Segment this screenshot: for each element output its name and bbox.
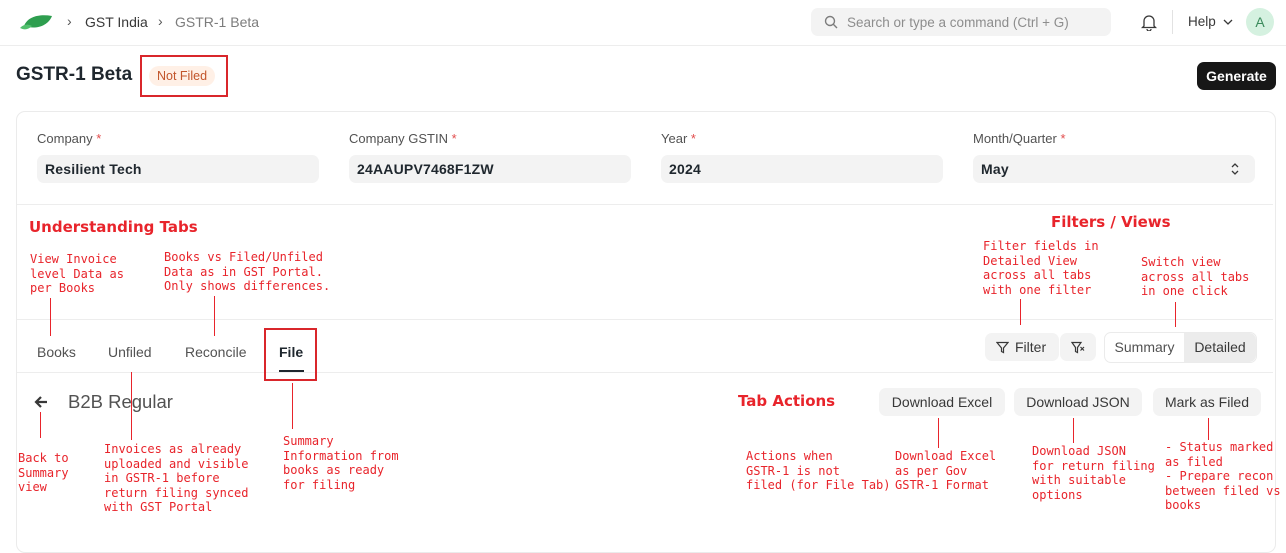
breadcrumb-gst-india[interactable]: GST India xyxy=(85,14,148,30)
annotation-filter: Filter fields in Detailed View across al… xyxy=(983,239,1099,297)
company-gstin-field[interactable]: 24AAUPV7468F1ZW xyxy=(349,155,631,183)
annotation-filters-views: Filters / Views xyxy=(1051,213,1171,231)
annotation-line xyxy=(214,296,215,336)
annotation-back: Back to Summary view xyxy=(18,451,69,494)
filter-label: Filter xyxy=(1015,339,1047,355)
bell-icon[interactable] xyxy=(1140,13,1158,36)
mark-as-filed-button[interactable]: Mark as Filed xyxy=(1153,388,1261,416)
section-divider xyxy=(17,204,1273,205)
annotation-line xyxy=(292,383,293,429)
search-input[interactable]: Search or type a command (Ctrl + G) xyxy=(811,8,1111,36)
month-quarter-label: Month/Quarter * xyxy=(973,131,1066,146)
view-detailed-button[interactable]: Detailed xyxy=(1184,333,1256,362)
company-field[interactable]: Resilient Tech xyxy=(37,155,319,183)
highlight-box xyxy=(264,328,317,381)
annotation-switch-view: Switch view across all tabs in one click xyxy=(1141,255,1250,298)
annotation-line xyxy=(50,298,51,336)
month-quarter-select[interactable]: May xyxy=(973,155,1255,183)
app-logo-icon[interactable] xyxy=(18,10,54,39)
year-label: Year * xyxy=(661,131,696,146)
navbar: › GST India › GSTR-1 Beta Search or type… xyxy=(0,0,1286,46)
annotation-download-excel: Download Excel as per Gov GSTR-1 Format xyxy=(895,449,997,492)
section-divider xyxy=(17,319,1273,320)
chevron-down-icon xyxy=(1223,19,1232,25)
company-value: Resilient Tech xyxy=(45,161,142,177)
company-label: Company * xyxy=(37,131,102,146)
annotation-line xyxy=(1020,299,1021,325)
help-label: Help xyxy=(1188,14,1216,29)
view-summary-button[interactable]: Summary xyxy=(1105,333,1184,362)
tab-reconcile[interactable]: Reconcile xyxy=(185,344,246,360)
annotation-line xyxy=(938,418,939,448)
section-divider xyxy=(17,372,1273,373)
year-field[interactable]: 2024 xyxy=(661,155,943,183)
search-placeholder: Search or type a command (Ctrl + G) xyxy=(847,15,1069,30)
month-quarter-value: May xyxy=(981,161,1009,177)
company-gstin-value: 24AAUPV7468F1ZW xyxy=(357,161,494,177)
annotation-mark-as-filed: - Status marked as filed - Prepare recon… xyxy=(1165,440,1281,512)
filter-clear-icon xyxy=(1071,341,1085,354)
tab-unfiled[interactable]: Unfiled xyxy=(108,344,152,360)
avatar[interactable]: A xyxy=(1246,8,1274,36)
clear-filter-button[interactable] xyxy=(1060,333,1096,361)
year-value: 2024 xyxy=(669,161,701,177)
filter-icon xyxy=(996,341,1009,354)
chevron-right-icon: › xyxy=(67,13,72,29)
annotation-books: View Invoice level Data as per Books xyxy=(30,252,124,295)
section-title: B2B Regular xyxy=(68,391,173,412)
annotation-actions: Actions when GSTR-1 is not filed (for Fi… xyxy=(746,449,891,492)
filter-button[interactable]: Filter xyxy=(985,333,1059,361)
help-menu[interactable]: Help xyxy=(1188,14,1233,29)
view-switcher: Summary Detailed xyxy=(1104,332,1257,363)
annotation-reconcile: Books vs Filed/Unfiled Data as in GST Po… xyxy=(164,250,331,293)
download-json-button[interactable]: Download JSON xyxy=(1014,388,1142,416)
annotation-file: Summary Information from books as ready … xyxy=(283,434,399,492)
annotation-line xyxy=(1073,418,1074,443)
download-excel-button[interactable]: Download Excel xyxy=(879,388,1005,416)
generate-button[interactable]: Generate xyxy=(1197,62,1276,90)
annotation-line xyxy=(1175,302,1176,327)
back-arrow-icon[interactable] xyxy=(33,394,49,415)
annotation-tab-actions: Tab Actions xyxy=(738,392,836,410)
annotation-line xyxy=(1208,418,1209,440)
annotation-download-json: Download JSON for return filing with sui… xyxy=(1032,444,1155,502)
annotation-unfiled: Invoices as already uploaded and visible… xyxy=(104,442,249,514)
highlight-box xyxy=(140,55,228,97)
tab-books[interactable]: Books xyxy=(37,344,76,360)
select-arrows-icon xyxy=(1231,163,1239,175)
chevron-right-icon: › xyxy=(158,13,163,29)
page-title: GSTR-1 Beta xyxy=(16,64,133,85)
company-gstin-label: Company GSTIN * xyxy=(349,131,457,146)
search-icon xyxy=(824,15,838,29)
navbar-divider xyxy=(1172,10,1173,34)
annotation-line xyxy=(40,412,41,438)
annotation-understanding-tabs: Understanding Tabs xyxy=(29,218,198,236)
annotation-line xyxy=(131,372,132,440)
breadcrumb-gstr1-beta[interactable]: GSTR-1 Beta xyxy=(175,14,259,30)
